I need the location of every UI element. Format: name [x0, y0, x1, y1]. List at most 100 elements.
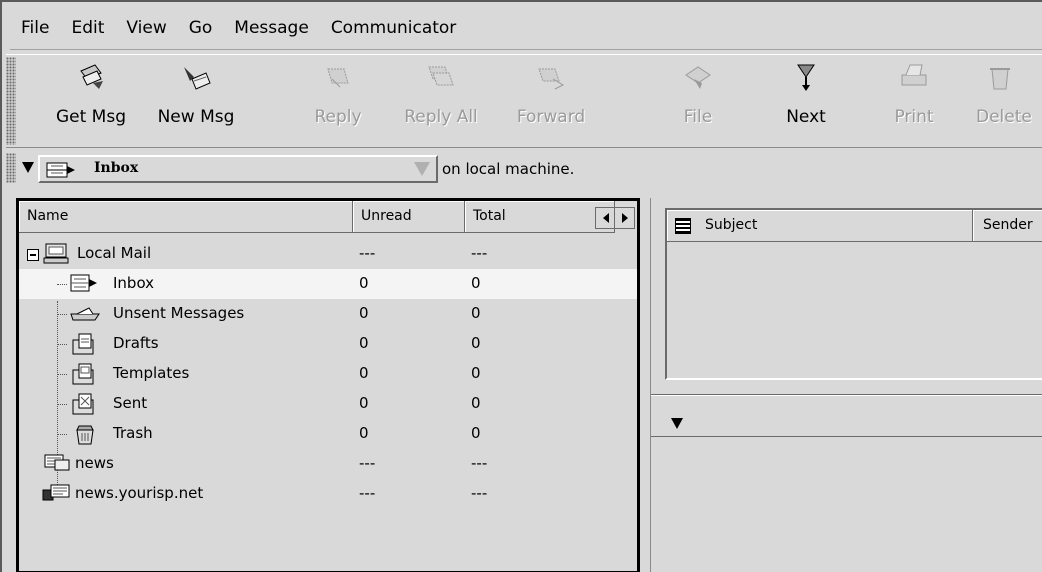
scroll-left-button[interactable]	[596, 208, 615, 228]
unread-count: 0	[359, 334, 369, 352]
total-count: 0	[471, 274, 481, 292]
menu-file[interactable]: File	[10, 12, 60, 44]
next-icon	[797, 64, 815, 91]
folder-name: Local Mail	[77, 244, 152, 262]
folder-name: Trash	[113, 424, 153, 442]
location-bar: Inbox on local machine.	[6, 152, 1042, 186]
total-count: ---	[471, 454, 488, 472]
thread-sort-icon[interactable]	[675, 218, 691, 234]
menu-view[interactable]: View	[115, 12, 177, 44]
folder-row[interactable]: Local Mail --- ---	[19, 239, 637, 269]
unsent-icon	[70, 307, 100, 321]
menu-message[interactable]: Message	[223, 12, 320, 44]
inbox-icon	[70, 274, 97, 292]
folder-name: news	[75, 454, 114, 472]
reply-icon	[327, 68, 349, 88]
folder-pane: Name Unread Total Local Mail --- --- Inb…	[16, 198, 640, 572]
file-button[interactable]: File	[668, 61, 728, 145]
folder-name: Templates	[113, 364, 190, 382]
message-list-pane: Subject Sender	[650, 198, 1042, 572]
total-count: 0	[471, 394, 481, 412]
total-count: ---	[471, 244, 488, 262]
folder-name: Sent	[113, 394, 148, 412]
toolbar-grip[interactable]	[6, 57, 16, 145]
total-count: 0	[471, 424, 481, 442]
news-server-icon	[42, 484, 70, 501]
column-scroller	[595, 207, 635, 229]
column-total[interactable]: Total	[465, 201, 615, 233]
unread-count: ---	[359, 454, 376, 472]
delete-button[interactable]: Delete	[976, 61, 1042, 145]
unread-count: ---	[359, 244, 376, 262]
column-unread[interactable]: Unread	[353, 201, 465, 233]
folder-row[interactable]: Unsent Messages 0 0	[19, 299, 637, 329]
scroll-right-button[interactable]	[615, 208, 634, 228]
message-pane-divider	[651, 436, 1042, 437]
menu-go[interactable]: Go	[178, 12, 224, 44]
unread-count: 0	[359, 394, 369, 412]
menu-edit[interactable]: Edit	[60, 12, 115, 44]
menu-bar: File Edit View Go Message Communicator	[10, 6, 1042, 50]
thread-pane: Subject Sender	[665, 208, 1042, 380]
folder-row[interactable]: Sent 0 0	[19, 389, 637, 419]
folder-row[interactable]: news --- ---	[19, 449, 637, 479]
unread-count: 0	[359, 274, 369, 292]
total-count: ---	[471, 484, 488, 502]
folder-picker-value: Inbox	[94, 160, 139, 176]
unread-count: ---	[359, 484, 376, 502]
sent-icon	[72, 393, 94, 415]
folder-name: news.yourisp.net	[75, 484, 204, 502]
folder-row[interactable]: Drafts 0 0	[19, 329, 637, 359]
folder-name: Drafts	[113, 334, 159, 352]
folder-pane-header: Name Unread Total	[19, 201, 637, 233]
total-count: 0	[471, 334, 481, 352]
file-icon	[685, 66, 711, 89]
forward-icon	[538, 68, 565, 90]
dropdown-arrow-icon[interactable]	[414, 162, 430, 176]
local-mail-icon	[43, 243, 69, 264]
reply-button[interactable]: Reply	[298, 61, 378, 145]
location-grip[interactable]	[6, 153, 16, 183]
folder-name: Unsent Messages	[113, 304, 245, 322]
collapse-triangle-icon[interactable]	[22, 162, 34, 173]
total-count: 0	[471, 364, 481, 382]
print-icon	[901, 64, 927, 86]
folder-tree: Local Mail --- --- Inbox 0 0 Unsent Mess…	[19, 239, 637, 509]
get-msg-button[interactable]: Get Msg	[46, 61, 136, 145]
trash-icon	[76, 425, 94, 445]
forward-button[interactable]: Forward	[506, 61, 596, 145]
collapse-message-triangle-icon[interactable]	[671, 418, 683, 429]
news-icon	[44, 454, 70, 471]
folder-row[interactable]: news.yourisp.net --- ---	[19, 479, 637, 509]
messenger-window: File Edit View Go Message Communicator G…	[0, 0, 1042, 572]
new-msg-icon	[184, 67, 211, 90]
unread-count: 0	[359, 364, 369, 382]
folder-row[interactable]: Templates 0 0	[19, 359, 637, 389]
folder-row-selected[interactable]: Inbox 0 0	[19, 269, 637, 299]
get-msg-icon	[80, 64, 103, 89]
new-msg-button[interactable]: New Msg	[146, 61, 246, 145]
reply-all-button[interactable]: Reply All	[396, 61, 486, 145]
drafts-icon	[72, 333, 94, 355]
delete-icon	[990, 68, 1010, 90]
folder-row[interactable]: Trash 0 0	[19, 419, 637, 449]
column-sender[interactable]: Sender	[973, 210, 1042, 242]
folder-picker[interactable]: Inbox	[38, 155, 438, 183]
column-name[interactable]: Name	[19, 201, 353, 233]
templates-icon	[72, 363, 94, 385]
menu-communicator[interactable]: Communicator	[320, 12, 467, 44]
pane-splitter[interactable]	[651, 394, 1042, 396]
folder-name: Inbox	[113, 274, 155, 292]
thread-pane-header: Subject Sender	[667, 210, 1042, 242]
next-button[interactable]: Next	[776, 61, 836, 145]
total-count: 0	[471, 304, 481, 322]
collapse-toggle[interactable]	[27, 249, 39, 261]
location-suffix: on local machine.	[442, 160, 575, 178]
unread-count: 0	[359, 304, 369, 322]
unread-count: 0	[359, 424, 369, 442]
reply-all-icon	[428, 66, 454, 86]
inbox-folder-icon	[46, 162, 75, 178]
column-subject[interactable]: Subject	[667, 210, 973, 242]
print-button[interactable]: Print	[884, 61, 944, 145]
navigation-toolbar: Get Msg New Msg Reply Reply All Forward …	[6, 54, 1042, 148]
